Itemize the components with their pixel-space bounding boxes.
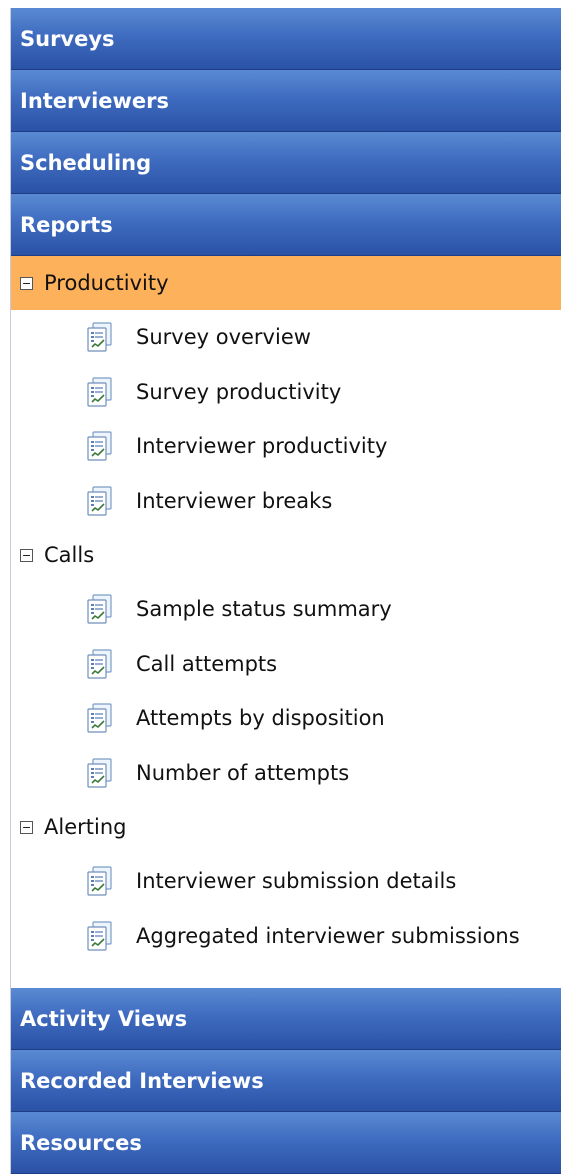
report-icon [87,758,112,788]
report-item-interviewer-productivity[interactable]: Interviewer productivity [11,419,561,474]
report-item-survey-productivity[interactable]: Survey productivity [11,365,561,420]
report-item-interviewer-breaks[interactable]: Interviewer breaks [11,474,561,529]
tree-group-productivity[interactable]: Productivity [11,256,561,310]
report-item-interviewer-submission-details[interactable]: Interviewer submission details [11,854,561,909]
navigation-panel: Surveys Interviewers Scheduling Reports … [10,8,561,1174]
report-item-aggregated-interviewer-submissions[interactable]: Aggregated interviewer submissions [11,909,561,964]
collapse-minus-icon[interactable] [20,820,33,834]
report-item-label: Sample status summary [136,597,392,622]
report-icon [87,649,112,679]
tree-group-label: Alerting [44,815,127,839]
report-item-number-of-attempts[interactable]: Number of attempts [11,746,561,801]
tree-group-alerting[interactable]: Alerting [11,800,561,854]
report-icon [87,486,112,516]
report-item-label: Number of attempts [136,760,350,785]
header-recorded-interviews[interactable]: Recorded Interviews [11,1050,561,1112]
report-item-label: Interviewer submission details [136,869,457,894]
report-icon [87,866,112,896]
tree-group-label: Productivity [44,271,169,295]
report-item-attempts-by-disposition[interactable]: Attempts by disposition [11,691,561,746]
report-item-label: Survey overview [136,325,311,350]
header-surveys[interactable]: Surveys [11,8,561,70]
header-scheduling[interactable]: Scheduling [11,132,561,194]
collapse-minus-icon[interactable] [20,548,33,562]
report-icon [87,431,112,461]
report-icon [87,703,112,733]
reports-tree: Productivity Survey overview Survey prod… [11,256,561,951]
report-item-label: Interviewer breaks [136,488,333,513]
report-item-label: Aggregated interviewer submissions [136,923,520,948]
report-item-survey-overview[interactable]: Survey overview [11,310,561,365]
report-item-call-attempts[interactable]: Call attempts [11,637,561,692]
tree-group-calls[interactable]: Calls [11,528,561,582]
report-item-label: Call attempts [136,651,278,676]
collapse-minus-icon[interactable] [20,276,33,290]
report-item-label: Interviewer productivity [136,434,388,459]
report-icon [87,594,112,624]
report-icon [87,377,112,407]
bottom-headers: Activity Views Recorded Interviews Resou… [11,988,561,1174]
report-item-label: Survey productivity [136,379,342,404]
report-item-sample-status-summary[interactable]: Sample status summary [11,582,561,637]
header-interviewers[interactable]: Interviewers [11,70,561,132]
report-icon [87,322,112,352]
tree-group-label: Calls [44,543,95,567]
report-item-label: Attempts by disposition [136,706,385,731]
header-resources[interactable]: Resources [11,1112,561,1174]
header-activity-views[interactable]: Activity Views [11,988,561,1050]
report-icon [87,921,112,951]
header-reports[interactable]: Reports [11,194,561,256]
